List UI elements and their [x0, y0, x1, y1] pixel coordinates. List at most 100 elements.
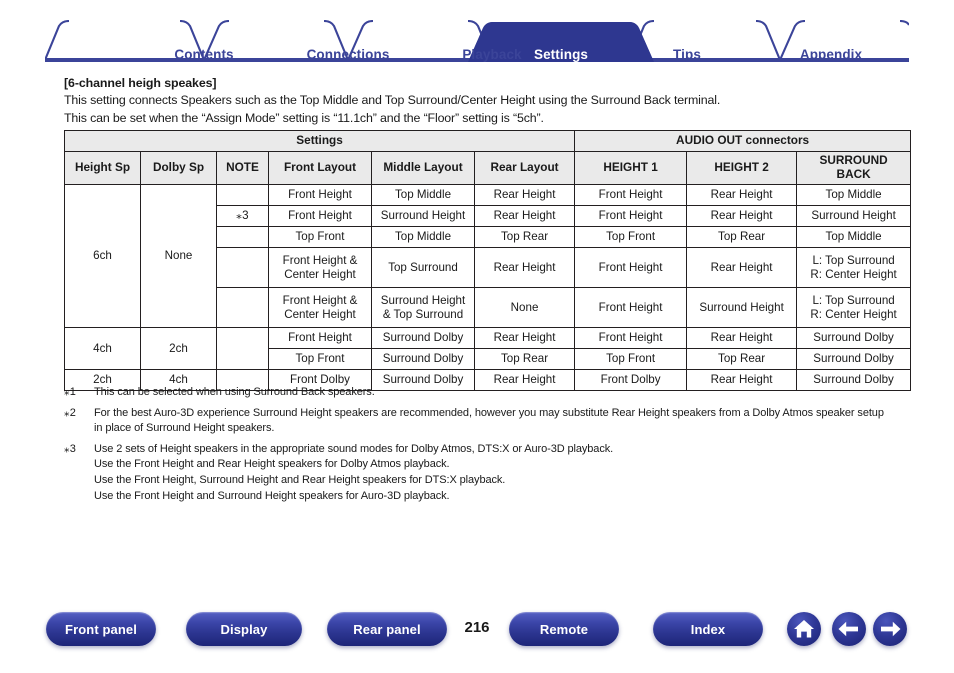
remote-button[interactable]: Remote — [509, 612, 619, 646]
cell-dolby-sp: None — [140, 184, 217, 328]
cell-note — [216, 184, 269, 206]
footnote-line: Use the Front Height and Surround Height… — [94, 489, 450, 502]
table-group-header-row: Settings AUDIO OUT connectors — [63, 130, 912, 152]
cell-surround-back: Surround Dolby — [796, 348, 912, 370]
cell-line-1: L: Top Surround — [812, 253, 895, 267]
rear-panel-button[interactable]: Rear panel — [327, 612, 447, 646]
cell-middle-layout: Surround Dolby — [371, 327, 475, 349]
cell-middle-layout: Top Middle — [371, 226, 475, 248]
col-surround-back-line2: BACK — [836, 167, 871, 181]
cell-line-2: R: Center Height — [810, 307, 897, 321]
cell-surround-back: Top Middle — [796, 184, 912, 206]
back-arrow-glyph — [838, 621, 858, 637]
cell-height-1: Top Front — [574, 348, 688, 370]
forward-arrow-icon[interactable] — [873, 612, 907, 646]
table-column-header-row: Height Sp Dolby Sp NOTE Front Layout Mid… — [64, 151, 912, 185]
top-tab-bar: Contents Connections Playback Settings T… — [45, 20, 909, 62]
col-height-2: HEIGHT 2 — [686, 151, 798, 185]
cell-middle-layout: Top Surround — [371, 247, 475, 288]
cell-front-layout: Front Height & Center Height — [268, 247, 372, 288]
cell-line-2: R: Center Height — [810, 267, 897, 281]
tab-appendix[interactable]: Appendix — [800, 47, 862, 62]
cell-surround-back: L: Top Surround R: Center Height — [796, 287, 912, 328]
table-body: 6ch None Front Height Top Middle Rear He… — [64, 184, 912, 391]
tab-connections[interactable]: Connections — [307, 47, 390, 62]
display-button[interactable]: Display — [186, 612, 302, 646]
cell-height-2: Rear Height — [686, 327, 798, 349]
cell-height-1: Front Height — [574, 184, 688, 206]
footnote-2: ⁎2 For the best Auro-3D experience Surro… — [64, 406, 924, 437]
cell-line-2: Center Height — [284, 267, 356, 281]
back-arrow-icon[interactable] — [832, 612, 866, 646]
cell-height-2: Top Rear — [686, 348, 798, 370]
intro-line-2: This can be set when the “Assign Mode” s… — [64, 111, 544, 125]
cell-front-layout: Front Height — [268, 327, 372, 349]
footnote-line: Use 2 sets of Height speakers in the app… — [94, 442, 614, 455]
footnote-body: Use 2 sets of Height speakers in the app… — [94, 442, 924, 504]
cell-middle-layout: Top Middle — [371, 184, 475, 206]
cell-front-layout: Front Height — [268, 184, 372, 206]
speaker-layout-table-wrap: Settings AUDIO OUT connectors Height Sp … — [63, 130, 912, 391]
page-number: 216 — [464, 619, 490, 636]
cell-height-1: Front Height — [574, 205, 688, 227]
cell-front-layout: Top Front — [268, 226, 372, 248]
cell-note — [216, 226, 269, 248]
footnote-mark: ⁎3 — [64, 442, 77, 455]
cell-height-1: Top Front — [574, 226, 688, 248]
col-height-sp: Height Sp — [64, 151, 141, 185]
col-height-1: HEIGHT 1 — [574, 151, 688, 185]
index-button[interactable]: Index — [653, 612, 763, 646]
cell-rear-layout: Top Rear — [473, 226, 576, 248]
footnote-body: This can be selected when using Surround… — [94, 385, 924, 401]
footnote-mark: ⁎2 — [64, 406, 77, 419]
tab-tips[interactable]: Tips — [673, 47, 701, 62]
tab-playback[interactable]: Playback — [462, 47, 521, 62]
cell-note: ⁎3 — [216, 205, 269, 227]
manual-page: Contents Connections Playback Settings T… — [0, 0, 954, 673]
cell-rear-layout: Rear Height — [473, 247, 576, 288]
cell-front-layout: Front Height & Center Height — [268, 287, 372, 328]
cell-line-1: L: Top Surround — [812, 293, 895, 307]
cell-surround-back: Surround Dolby — [796, 327, 912, 349]
footnote-line: in place of Surround Height speakers. — [94, 422, 275, 435]
footnote-1: ⁎1 This can be selected when using Surro… — [64, 385, 924, 401]
cell-middle-layout: Surround Dolby — [371, 348, 475, 370]
home-icon[interactable] — [787, 612, 821, 646]
table-head: Settings AUDIO OUT connectors Height Sp … — [63, 130, 912, 185]
col-dolby-sp: Dolby Sp — [140, 151, 217, 185]
cell-surround-back: Top Middle — [796, 226, 912, 248]
group-header-settings: Settings — [63, 130, 576, 152]
footnotes: ⁎1 This can be selected when using Surro… — [64, 385, 924, 509]
speaker-layout-table: Settings AUDIO OUT connectors Height Sp … — [63, 130, 912, 391]
cell-middle-layout: Surround Height & Top Surround — [371, 287, 475, 328]
footnote-3: ⁎3 Use 2 sets of Height speakers in the … — [64, 442, 924, 504]
cell-line-1: Front Height & — [282, 253, 358, 267]
cell-front-layout: Top Front — [268, 348, 372, 370]
footnote-line: This can be selected when using Surround… — [94, 386, 375, 398]
tab-contents[interactable]: Contents — [174, 47, 233, 62]
front-panel-button[interactable]: Front panel — [46, 612, 156, 646]
cell-line-2: Center Height — [284, 307, 356, 321]
footnote-line: For the best Auro-3D experience Surround… — [94, 406, 884, 419]
cell-height-1: Front Height — [574, 287, 688, 328]
cell-height-2: Top Rear — [686, 226, 798, 248]
cell-note — [216, 327, 269, 370]
cell-height-2: Rear Height — [686, 247, 798, 288]
cell-rear-layout: Rear Height — [473, 327, 576, 349]
cell-line-1: Surround Height — [380, 293, 466, 307]
cell-note — [216, 287, 269, 328]
intro-line-1: This setting connects Speakers such as t… — [64, 93, 721, 107]
cell-line-1: Front Height & — [282, 293, 358, 307]
cell-height-1: Front Height — [574, 327, 688, 349]
footnote-mark: ⁎1 — [64, 386, 77, 398]
footnote-line: Use the Front Height, Surround Height an… — [94, 474, 506, 487]
cell-rear-layout: Rear Height — [473, 184, 576, 206]
cell-note — [216, 247, 269, 288]
cell-height-2: Surround Height — [686, 287, 798, 328]
cell-height-sp: 6ch — [64, 184, 141, 328]
forward-arrow-glyph — [881, 621, 901, 637]
table-row: 6ch None Front Height Top Middle Rear He… — [64, 184, 912, 328]
tab-settings[interactable]: Settings — [534, 47, 588, 62]
col-note: NOTE — [216, 151, 269, 185]
cell-middle-layout: Surround Height — [371, 205, 475, 227]
